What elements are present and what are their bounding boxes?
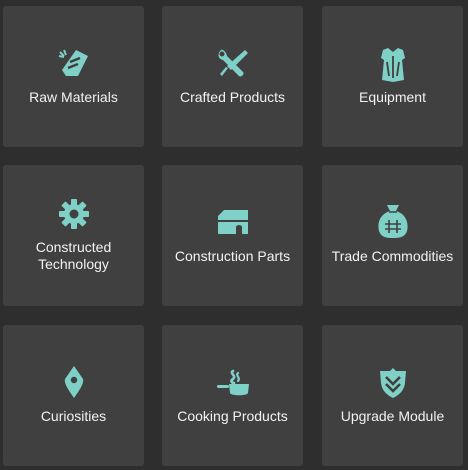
tile-cooking-products[interactable]: Cooking Products — [162, 325, 303, 466]
tile-label: Constructed Technology — [35, 239, 112, 272]
tile-label: Equipment — [359, 89, 426, 105]
tile-label: Crafted Products — [179, 89, 286, 105]
wrench-screwdriver-icon — [215, 46, 251, 82]
tile-upgrade-module[interactable]: Upgrade Module — [322, 325, 463, 466]
chevron-shield-icon — [379, 367, 407, 399]
tile-equipment[interactable]: Equipment — [322, 6, 463, 147]
tile-label: Raw Materials — [29, 89, 118, 105]
location-pin-icon — [63, 365, 85, 399]
tile-label: Upgrade Module — [340, 408, 445, 424]
armor-icon — [375, 46, 411, 84]
pickaxe-icon — [56, 46, 92, 82]
tile-construction-parts[interactable]: Construction Parts — [162, 165, 303, 306]
tile-label: Curiosities — [40, 408, 107, 424]
cooking-pan-icon — [215, 369, 251, 399]
tile-raw-materials[interactable]: Raw Materials — [3, 6, 144, 147]
tile-label: Trade Commodities — [331, 248, 454, 264]
tile-crafted-products[interactable]: Crafted Products — [162, 6, 303, 147]
tile-label: Construction Parts — [174, 248, 291, 264]
tile-constructed-technology[interactable]: Constructed Technology — [3, 165, 144, 306]
tile-curiosities[interactable]: Curiosities — [3, 325, 144, 466]
building-icon — [216, 208, 250, 236]
category-grid: Raw Materials Crafted Products Equipment — [0, 0, 468, 470]
tile-label: Cooking Products — [177, 408, 288, 424]
gear-icon — [57, 197, 91, 231]
tile-trade-commodities[interactable]: Trade Commodities — [322, 165, 463, 306]
sack-icon — [376, 203, 410, 239]
